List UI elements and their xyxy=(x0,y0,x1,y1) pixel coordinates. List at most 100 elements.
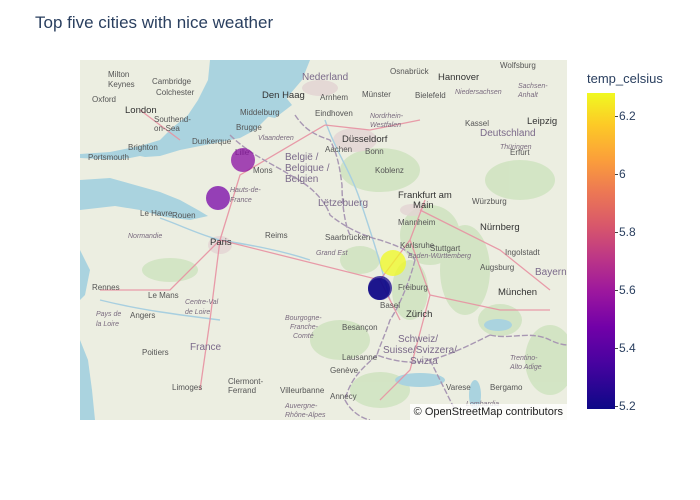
svg-text:Poitiers: Poitiers xyxy=(142,348,169,357)
svg-text:Southend-: Southend- xyxy=(154,115,191,124)
svg-text:Nordrhein-: Nordrhein- xyxy=(370,113,404,120)
svg-text:Nürnberg: Nürnberg xyxy=(480,222,520,233)
svg-text:Colchester: Colchester xyxy=(156,88,195,97)
svg-text:Varese: Varese xyxy=(446,383,471,392)
svg-text:Bourgogne-: Bourgogne- xyxy=(285,315,322,322)
svg-text:Belgique /: Belgique / xyxy=(285,163,330,174)
svg-text:Eindhoven: Eindhoven xyxy=(315,109,353,118)
svg-text:Ferrand: Ferrand xyxy=(228,386,256,395)
svg-text:Stuttgart: Stuttgart xyxy=(430,244,461,253)
marker-lille[interactable] xyxy=(231,148,255,172)
svg-text:Deutschland: Deutschland xyxy=(480,128,536,139)
svg-text:Bielefeld: Bielefeld xyxy=(415,91,446,100)
svg-text:Vlaanderen: Vlaanderen xyxy=(258,135,294,142)
svg-text:Dunkerque: Dunkerque xyxy=(192,137,232,146)
svg-text:Middelburg: Middelburg xyxy=(240,108,280,117)
svg-text:München: München xyxy=(498,287,537,298)
svg-text:Schweiz/: Schweiz/ xyxy=(398,334,438,345)
svg-text:Suisse/Svizzera/: Suisse/Svizzera/ xyxy=(383,345,457,356)
svg-text:Milton: Milton xyxy=(108,70,129,79)
svg-text:Ingolstadt: Ingolstadt xyxy=(505,248,540,257)
svg-text:Auvergne-: Auvergne- xyxy=(284,403,318,410)
map-view[interactable]: Milton Keynes Cambridge Colchester Oxfor… xyxy=(80,60,567,420)
svg-text:Belgien: Belgien xyxy=(285,174,318,185)
marker-strasbourg[interactable] xyxy=(380,250,406,276)
svg-text:Hauts-de-: Hauts-de- xyxy=(230,187,261,194)
colorbar-tick: 5.4 xyxy=(615,341,636,355)
svg-text:Leipzig: Leipzig xyxy=(527,116,557,127)
svg-text:Nederland: Nederland xyxy=(302,72,348,83)
svg-text:Thüringen: Thüringen xyxy=(500,144,532,151)
svg-text:Le Havre: Le Havre xyxy=(140,209,173,218)
svg-text:Annecy: Annecy xyxy=(330,392,357,401)
svg-text:Den Haag: Den Haag xyxy=(262,90,305,101)
svg-text:Le Mans: Le Mans xyxy=(148,291,179,300)
svg-text:Oxford: Oxford xyxy=(92,95,116,104)
svg-text:Pays de: Pays de xyxy=(96,311,121,318)
svg-text:Portsmouth: Portsmouth xyxy=(88,153,129,162)
svg-text:Mons: Mons xyxy=(253,166,273,175)
svg-text:Centre-Val: Centre-Val xyxy=(185,299,219,306)
svg-text:Rhône-Alpes: Rhône-Alpes xyxy=(285,412,326,419)
svg-text:Genève: Genève xyxy=(330,366,359,375)
svg-text:Villeurbanne: Villeurbanne xyxy=(280,386,325,395)
svg-text:Anhalt: Anhalt xyxy=(517,92,539,99)
chart-title: Top five cities with nice weather xyxy=(35,13,274,32)
svg-text:de Loire: de Loire xyxy=(185,309,210,316)
svg-text:on-Sea: on-Sea xyxy=(154,124,180,133)
svg-text:Besançon: Besançon xyxy=(342,323,378,332)
svg-text:Augsburg: Augsburg xyxy=(480,263,514,272)
svg-text:Brugge: Brugge xyxy=(236,123,262,132)
svg-text:Würzburg: Würzburg xyxy=(472,197,507,206)
svg-text:Grand Est: Grand Est xyxy=(316,250,349,257)
svg-text:la Loire: la Loire xyxy=(96,321,119,328)
map-tiles: Milton Keynes Cambridge Colchester Oxfor… xyxy=(80,60,567,420)
svg-text:Baden-Württemberg: Baden-Württemberg xyxy=(408,253,471,260)
svg-text:London: London xyxy=(125,105,157,116)
svg-text:Rouen: Rouen xyxy=(172,211,196,220)
svg-text:Cambridge: Cambridge xyxy=(152,77,192,86)
svg-text:France: France xyxy=(190,342,222,353)
svg-text:Normandie: Normandie xyxy=(128,233,162,240)
svg-text:Rennes: Rennes xyxy=(92,283,120,292)
svg-text:Koblenz: Koblenz xyxy=(375,166,404,175)
svg-text:Keynes: Keynes xyxy=(108,80,135,89)
svg-text:Düsseldorf: Düsseldorf xyxy=(342,134,388,145)
svg-text:Svizra: Svizra xyxy=(410,356,438,367)
svg-text:Bergamo: Bergamo xyxy=(490,383,523,392)
colorbar-tick: 6 xyxy=(615,167,626,181)
svg-text:Westfalen: Westfalen xyxy=(370,122,401,129)
map-attribution[interactable]: © OpenStreetMap contributors xyxy=(409,404,567,420)
svg-text:Alto Adige: Alto Adige xyxy=(509,364,542,371)
svg-text:Limoges: Limoges xyxy=(172,383,202,392)
colorbar-title: temp_celsius xyxy=(587,71,663,86)
marker-amiens[interactable] xyxy=(206,186,230,210)
colorbar-tick: 5.2 xyxy=(615,399,636,413)
svg-text:Sachsen-: Sachsen- xyxy=(518,83,548,90)
colorbar-tick: 5.8 xyxy=(615,225,636,239)
svg-text:Comté: Comté xyxy=(293,333,314,340)
svg-text:Münster: Münster xyxy=(362,90,391,99)
svg-text:Zürich: Zürich xyxy=(406,309,432,320)
svg-text:Basel: Basel xyxy=(380,301,400,310)
svg-text:Paris: Paris xyxy=(210,237,232,248)
svg-text:Wolfsburg: Wolfsburg xyxy=(500,61,536,70)
svg-text:Arnhem: Arnhem xyxy=(320,93,348,102)
svg-text:Lëtzebuerg: Lëtzebuerg xyxy=(318,198,368,209)
svg-text:Bayern: Bayern xyxy=(535,267,567,278)
svg-text:Freiburg: Freiburg xyxy=(398,283,428,292)
svg-text:Lausanne: Lausanne xyxy=(342,353,378,362)
svg-text:Kassel: Kassel xyxy=(465,119,489,128)
marker-mulhouse[interactable] xyxy=(368,278,390,300)
svg-text:France: France xyxy=(230,197,252,204)
svg-text:Bonn: Bonn xyxy=(365,147,384,156)
svg-text:Brighton: Brighton xyxy=(128,143,158,152)
svg-text:Franche-: Franche- xyxy=(290,324,319,331)
svg-text:Osnabrück: Osnabrück xyxy=(390,67,430,76)
colorbar-tick: 5.6 xyxy=(615,283,636,297)
svg-text:Main: Main xyxy=(413,200,434,211)
svg-text:Trentino-: Trentino- xyxy=(510,355,538,362)
svg-text:Angers: Angers xyxy=(130,311,155,320)
lake-constance xyxy=(484,319,512,331)
colorbar xyxy=(587,93,615,409)
